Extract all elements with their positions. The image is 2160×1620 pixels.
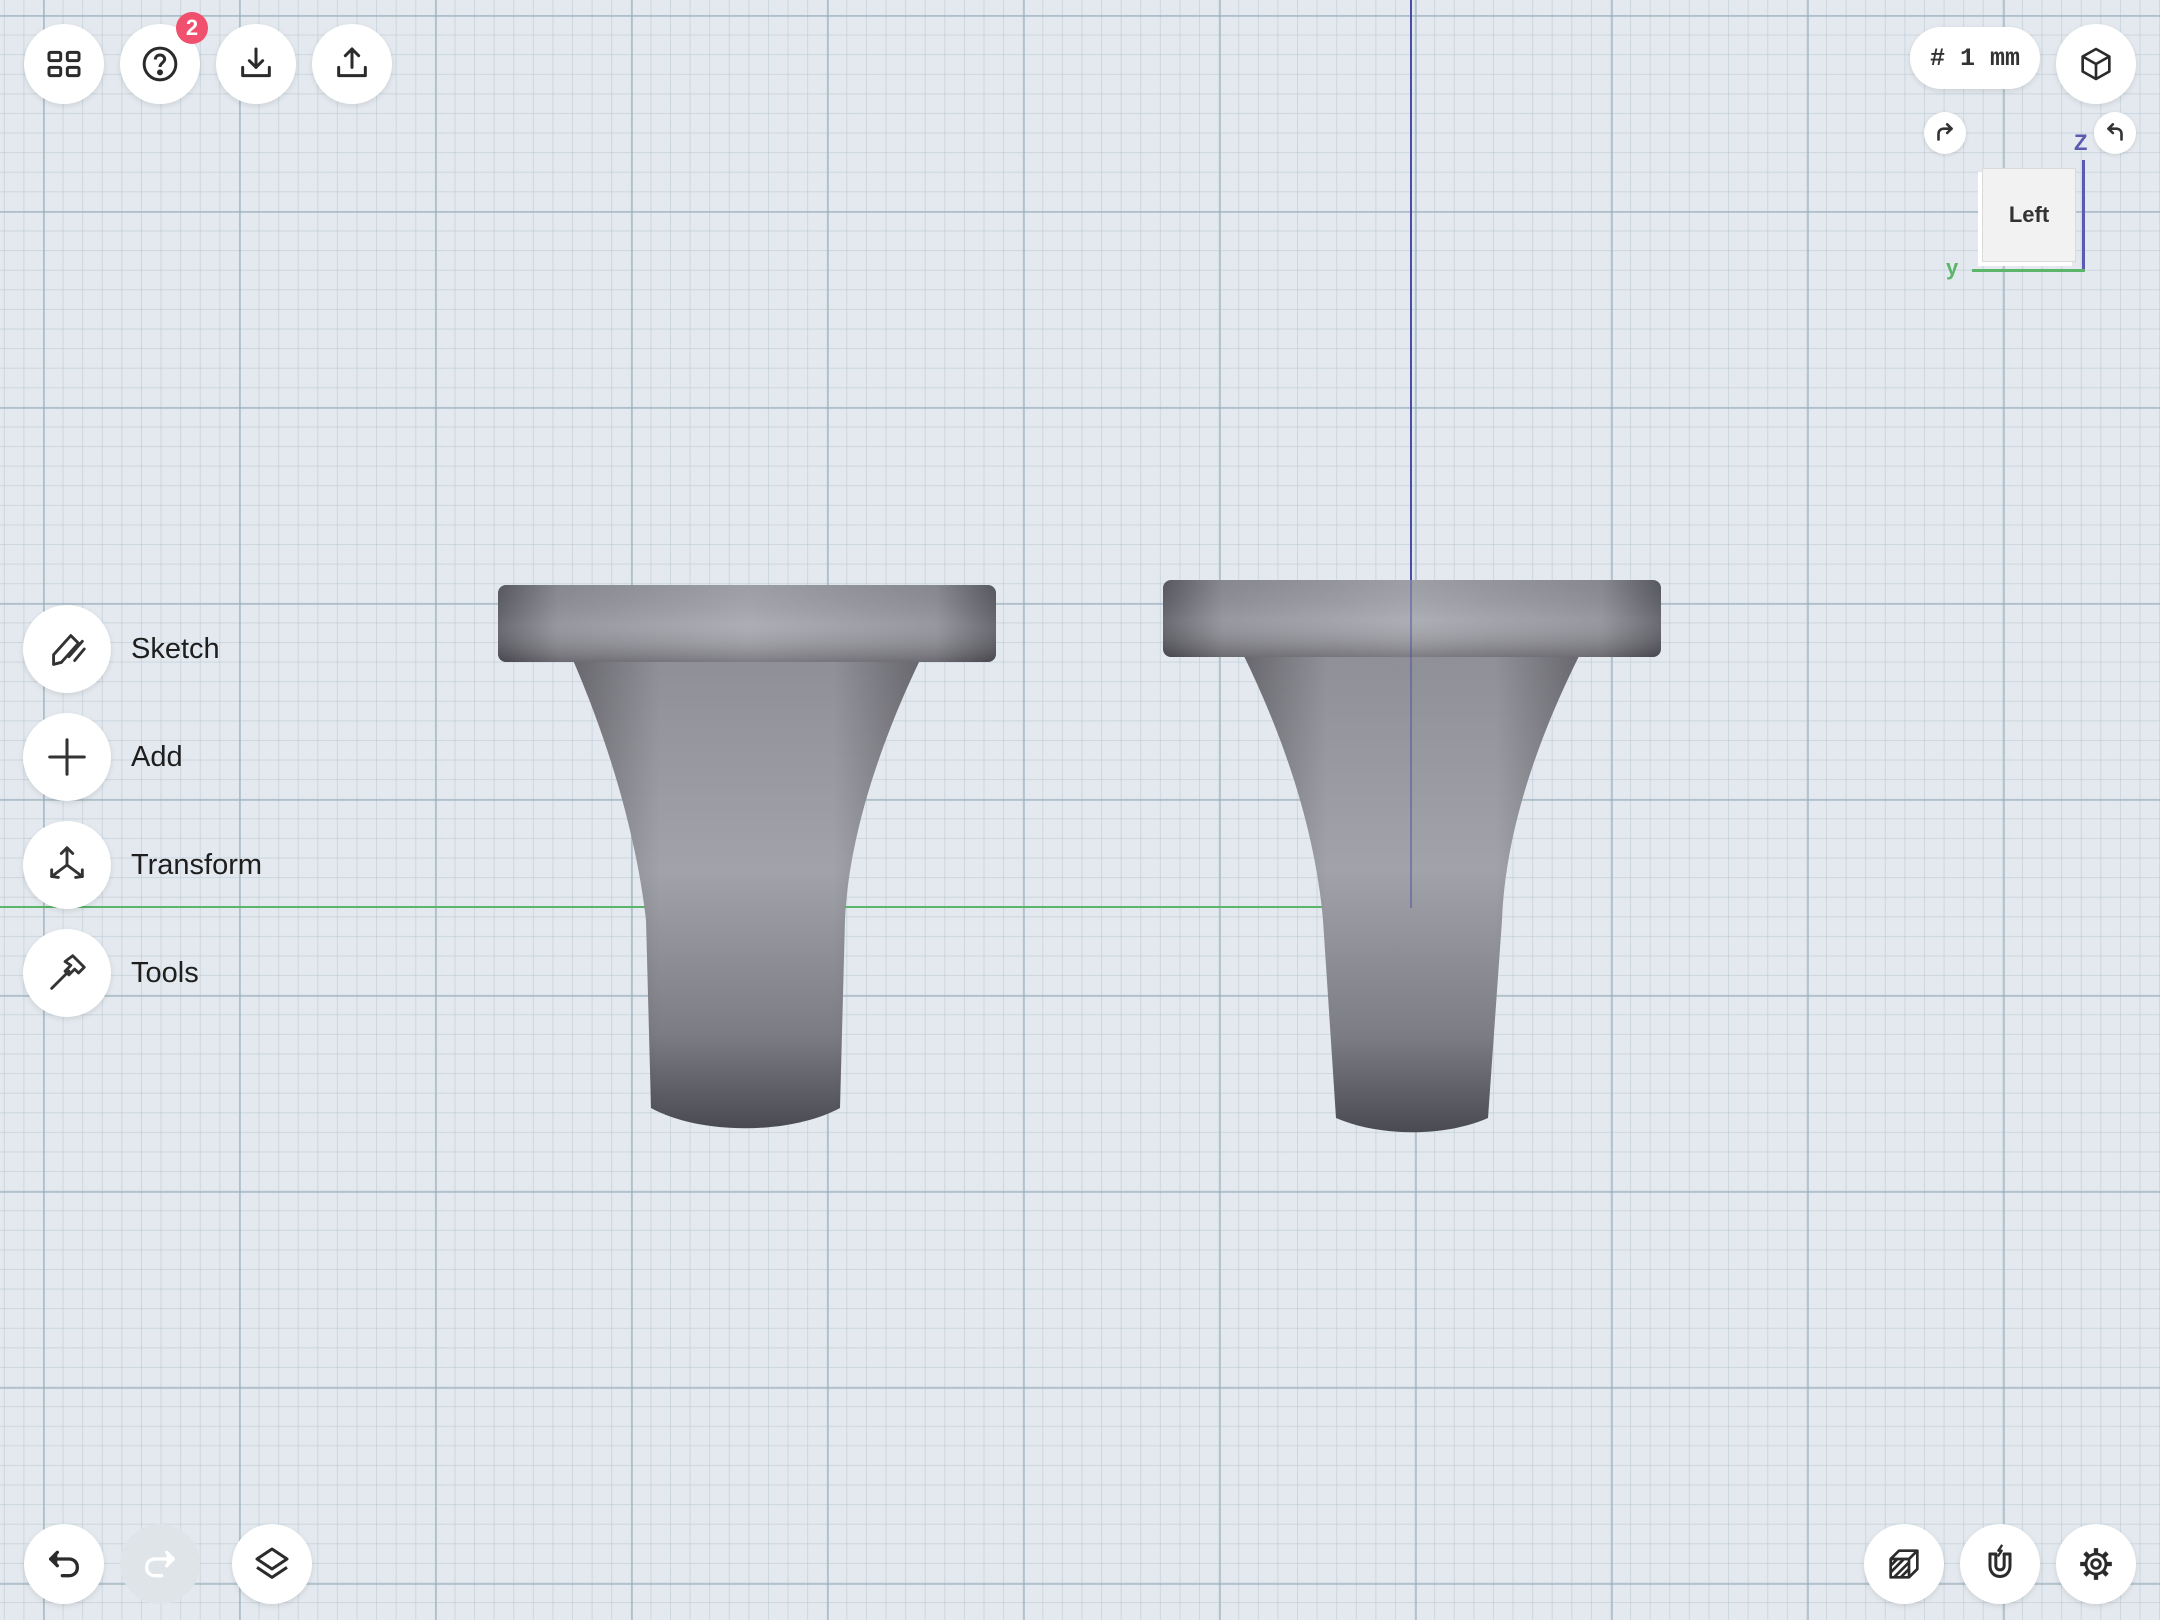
model-right-cap[interactable] bbox=[1163, 580, 1661, 657]
grid-icon bbox=[47, 50, 81, 78]
undo-button[interactable] bbox=[24, 1524, 104, 1604]
view-cube-y-label: y bbox=[1946, 255, 1959, 280]
render-mode-button[interactable] bbox=[1864, 1524, 1944, 1604]
settings-button[interactable] bbox=[2056, 1524, 2136, 1604]
help-icon bbox=[142, 46, 178, 82]
view-cube-y-axis bbox=[1972, 269, 2085, 272]
model-left[interactable] bbox=[498, 585, 996, 1129]
rotate-view-left-button[interactable] bbox=[1924, 112, 1966, 154]
menu-tools[interactable]: Tools bbox=[23, 928, 199, 1018]
view-cube-z-label: Z bbox=[2074, 130, 2088, 155]
import-button[interactable] bbox=[216, 24, 296, 104]
gear-icon bbox=[2080, 1548, 2112, 1580]
redo-button[interactable] bbox=[120, 1524, 200, 1604]
render-mode-icon bbox=[1889, 1549, 1919, 1579]
export-button[interactable] bbox=[312, 24, 392, 104]
transform-icon bbox=[50, 846, 84, 879]
menu-add-label: Add bbox=[131, 740, 183, 773]
magnet-icon bbox=[1988, 1544, 2012, 1578]
export-icon bbox=[337, 47, 367, 78]
menu-tools-label: Tools bbox=[131, 956, 199, 989]
menu-sketch-label: Sketch bbox=[131, 632, 220, 665]
layers-button[interactable] bbox=[232, 1524, 312, 1604]
sketch-button[interactable] bbox=[23, 605, 111, 693]
snap-button[interactable] bbox=[1960, 1524, 2040, 1604]
cube-view-icon bbox=[2081, 47, 2111, 81]
z-axis-line-through-model bbox=[1410, 580, 1412, 908]
menu-transform-label: Transform bbox=[131, 848, 263, 881]
rotate-cw-arrow-icon bbox=[1937, 123, 1953, 141]
rotate-ccw-arrow-icon bbox=[2107, 123, 2123, 141]
model-left-cap[interactable] bbox=[498, 585, 996, 662]
hammer-icon bbox=[50, 954, 86, 990]
menu-sketch[interactable]: Sketch bbox=[23, 604, 220, 694]
grid-unit-indicator[interactable]: # 1 mm bbox=[1910, 27, 2040, 89]
sketch-pencil-icon bbox=[52, 634, 86, 666]
view-cube-face[interactable]: Left bbox=[1982, 168, 2076, 262]
transform-button[interactable] bbox=[23, 821, 111, 909]
import-icon bbox=[241, 47, 271, 78]
model-left-stem[interactable] bbox=[573, 660, 920, 1129]
view-mode-button[interactable] bbox=[2056, 24, 2136, 104]
menu-add[interactable]: Add bbox=[23, 712, 183, 802]
help-notification-badge: 2 bbox=[176, 12, 208, 44]
menu-transform[interactable]: Transform bbox=[23, 820, 262, 910]
view-cube-z-axis bbox=[2082, 160, 2085, 272]
tools-button[interactable] bbox=[23, 929, 111, 1017]
redo-icon bbox=[145, 1550, 175, 1578]
model-right[interactable] bbox=[1163, 580, 1661, 1133]
undo-icon bbox=[49, 1550, 80, 1578]
viewport-models[interactable] bbox=[0, 0, 2160, 1620]
plus-icon bbox=[48, 738, 86, 776]
add-button[interactable] bbox=[23, 713, 111, 801]
menu-grid-button[interactable] bbox=[24, 24, 104, 104]
layers-icon bbox=[255, 1547, 289, 1579]
rotate-view-right-button[interactable] bbox=[2094, 112, 2136, 154]
